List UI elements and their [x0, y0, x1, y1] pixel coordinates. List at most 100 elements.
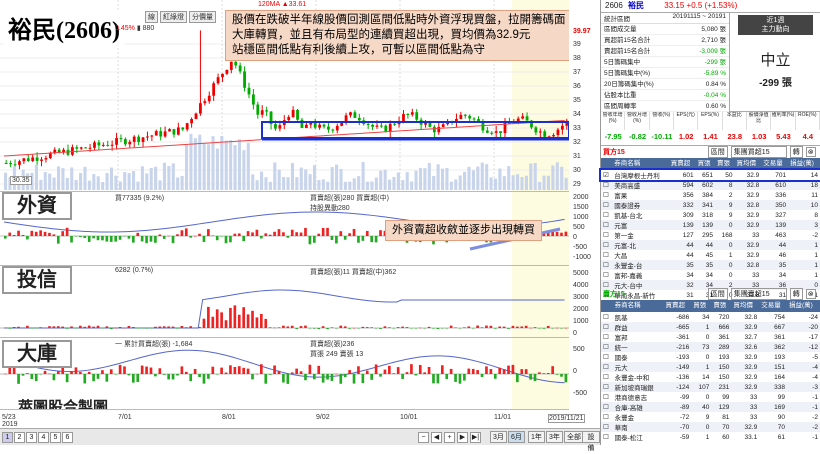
- page-5-button[interactable]: 5: [50, 432, 61, 443]
- buy-box-range[interactable]: 區間: [707, 146, 728, 158]
- sell-box-filter[interactable]: 集團賣超15: [730, 288, 787, 300]
- scroll-left-icon[interactable]: ◀: [431, 432, 442, 443]
- row-checkbox[interactable]: ☐: [601, 422, 613, 432]
- sell-box-toggle-button[interactable]: 轉: [789, 288, 803, 300]
- table-row[interactable]: ☐ 凱基 -686 34 720 32.8 754 -24: [601, 312, 820, 323]
- price-panel[interactable]: 裕民(2606) 0.45% ▮ 880 線 紅綠燈 分價量 120MA ▲33…: [0, 0, 569, 192]
- table-header-cell[interactable]: 買賣超: [663, 300, 691, 312]
- table-row[interactable]: ☐ 美商高盛 594 602 8 32.8 610 18: [601, 180, 820, 190]
- scroll-end-icon[interactable]: ▶|: [470, 432, 481, 443]
- row-checkbox[interactable]: ☐: [601, 210, 612, 220]
- table-header-cell[interactable]: [601, 300, 613, 312]
- page-4-button[interactable]: 4: [38, 432, 49, 443]
- table-header-cell[interactable]: 買賣超: [669, 158, 696, 170]
- candle-body: [327, 126, 330, 130]
- buy-box-filter[interactable]: 集團買超15: [730, 146, 787, 158]
- timeframe-all-button[interactable]: 全部: [564, 431, 584, 443]
- net-bar: [145, 328, 148, 329]
- row-checkbox[interactable]: ☐: [601, 250, 612, 260]
- table-header-cell[interactable]: [601, 158, 612, 170]
- table-header-cell[interactable]: 券商名稱: [613, 300, 664, 312]
- foreign-panel[interactable]: 外資 買77335 (9.2%) 買賣超(張)280 買賣超(中) 持股異動280…: [0, 192, 569, 266]
- tab-line[interactable]: 線: [145, 11, 158, 23]
- table-row[interactable]: ☐ 元富 139 139 0 32.9 139 3: [601, 220, 820, 230]
- sell-box-close-icon[interactable]: ⊗: [805, 289, 816, 299]
- page-3-button[interactable]: 3: [26, 432, 37, 443]
- row-checkbox[interactable]: ☐: [601, 200, 613, 210]
- timeframe-6m-button[interactable]: 6月: [508, 431, 525, 443]
- table-header-cell[interactable]: 交易量: [759, 300, 787, 312]
- row-checkbox[interactable]: ☐: [601, 322, 613, 332]
- row-checkbox[interactable]: ☐: [601, 412, 613, 422]
- table-header-cell[interactable]: 賣張: [715, 158, 734, 170]
- table-row[interactable]: ☐ 合庫-高雄 -89 40 129 33 169 -1: [601, 402, 820, 412]
- invest-panel[interactable]: 投信 6282 (0.7%) 買賣超(張)11 買賣超(中)362: [0, 266, 569, 338]
- net-bar: [176, 234, 179, 236]
- row-checkbox[interactable]: ☐: [601, 230, 612, 240]
- page-6-button[interactable]: 6: [62, 432, 73, 443]
- timeframe-3y-button[interactable]: 3年: [546, 431, 563, 443]
- table-header-cell[interactable]: 買均價: [731, 300, 759, 312]
- timeframe-3m-button[interactable]: 3月: [490, 431, 507, 443]
- net-bar: [388, 365, 391, 374]
- tab-traffic-light[interactable]: 紅綠燈: [160, 11, 187, 23]
- table-row[interactable]: ☐ 群益 -665 1 666 32.9 667 -20: [601, 322, 820, 332]
- row-checkbox[interactable]: ☐: [601, 190, 612, 200]
- row-checkbox[interactable]: ☐: [601, 332, 613, 342]
- table-header-cell[interactable]: 損益(萬): [788, 158, 820, 170]
- table-row[interactable]: ☐ 富邦 -361 0 361 32.7 361 -17: [601, 332, 820, 343]
- table-row[interactable]: ☐ 富果 356 384 2 32.9 336 11: [601, 190, 820, 201]
- table-row[interactable]: ☐ 國泰證券 332 341 9 32.8 350 10: [601, 200, 820, 210]
- table-row[interactable]: ☐ 元大 -149 1 150 32.9 151 -4: [601, 362, 820, 372]
- table-row[interactable]: ☐ 元富-北 44 44 0 32.9 44 1: [601, 240, 820, 250]
- table-header-cell[interactable]: 損益(萬): [787, 300, 820, 312]
- row-checkbox[interactable]: ☐: [601, 180, 613, 190]
- timeframe-1y-button[interactable]: 1年: [528, 431, 545, 443]
- table-row[interactable]: ☐ 國泰-松江 -59 1 60 33.1 61 -1: [601, 432, 820, 443]
- table-row[interactable]: ☐ 統一 -216 73 289 32.6 362 -12: [601, 342, 820, 352]
- row-checkbox[interactable]: ☐: [601, 352, 613, 362]
- table-row[interactable]: ☐ 永豐金-中和 -136 14 150 32.9 164 -4: [601, 372, 820, 383]
- buy-box-toggle-button[interactable]: 轉: [789, 146, 803, 158]
- settings-button[interactable]: 設備: [582, 431, 600, 452]
- table-row[interactable]: ☐ 富邦-嘉義 34 34 0 33 34 1: [601, 270, 820, 281]
- page-2-button[interactable]: 2: [14, 432, 25, 443]
- table-row[interactable]: ☐ 大昌 44 45 1 32.9 46 1: [601, 250, 820, 261]
- row-checkbox[interactable]: ☐: [601, 312, 613, 322]
- row-checkbox[interactable]: ☐: [601, 372, 613, 382]
- buy-box-close-icon[interactable]: ⊗: [805, 147, 816, 157]
- table-row[interactable]: ☐ 凱基-台北 309 318 9 32.9 327 8: [601, 210, 820, 221]
- row-checkbox[interactable]: ☐: [601, 382, 613, 392]
- row-checkbox[interactable]: ☐: [601, 270, 612, 280]
- table-row[interactable]: ☐ 國泰 -193 0 193 32.9 193 -5: [601, 352, 820, 363]
- table-row[interactable]: ☑ 台灣摩根士丹利 601 651 50 32.9 701 14: [599, 168, 820, 182]
- table-header-cell[interactable]: 券商名稱: [612, 158, 669, 170]
- table-header-cell[interactable]: 賣張: [711, 300, 731, 312]
- row-checkbox[interactable]: ☐: [601, 220, 613, 230]
- table-row[interactable]: ☐ 港商德意志 -99 0 99 33 99 -1: [601, 392, 820, 403]
- table-header-cell[interactable]: 買均價: [734, 158, 761, 170]
- row-checkbox[interactable]: ☐: [601, 260, 613, 270]
- table-row[interactable]: ☐ 第一金 127 295 168 33 463 -2: [601, 230, 820, 241]
- row-checkbox[interactable]: ☑: [601, 170, 612, 180]
- table-row[interactable]: ☐ 永豐金 -72 9 81 33 90 -2: [601, 412, 820, 423]
- table-row[interactable]: ☐ 華南 -70 0 70 32.9 70 -2: [601, 422, 820, 432]
- row-checkbox[interactable]: ☐: [601, 392, 613, 402]
- row-checkbox[interactable]: ☐: [601, 342, 613, 352]
- page-1-button[interactable]: 1: [2, 432, 13, 443]
- row-checkbox[interactable]: ☐: [601, 432, 613, 442]
- zoom-out-icon[interactable]: −: [418, 432, 429, 443]
- dealer-panel[interactable]: 大庫 一 累計買賣超(張) -1,684 買賣超(張)236 買張 249 賣張 …: [0, 338, 569, 410]
- table-header-cell[interactable]: 交易量: [761, 158, 788, 170]
- table-row[interactable]: ☐ 新加坡商瑞銀 -124 107 231 32.9 338 -3: [601, 382, 820, 392]
- sell-box-range[interactable]: 區間: [707, 288, 728, 300]
- zoom-in-icon[interactable]: +: [444, 432, 455, 443]
- row-checkbox[interactable]: ☐: [601, 402, 613, 412]
- row-checkbox[interactable]: ☐: [601, 240, 613, 250]
- scroll-right-icon[interactable]: ▶: [457, 432, 468, 443]
- tab-price-volume[interactable]: 分價量: [189, 11, 216, 23]
- table-row[interactable]: ☐ 永豐金-台 35 35 0 32.8 35 1: [601, 260, 820, 270]
- table-header-cell[interactable]: 買張: [691, 300, 711, 312]
- table-header-cell[interactable]: 買張: [696, 158, 715, 170]
- row-checkbox[interactable]: ☐: [601, 362, 613, 372]
